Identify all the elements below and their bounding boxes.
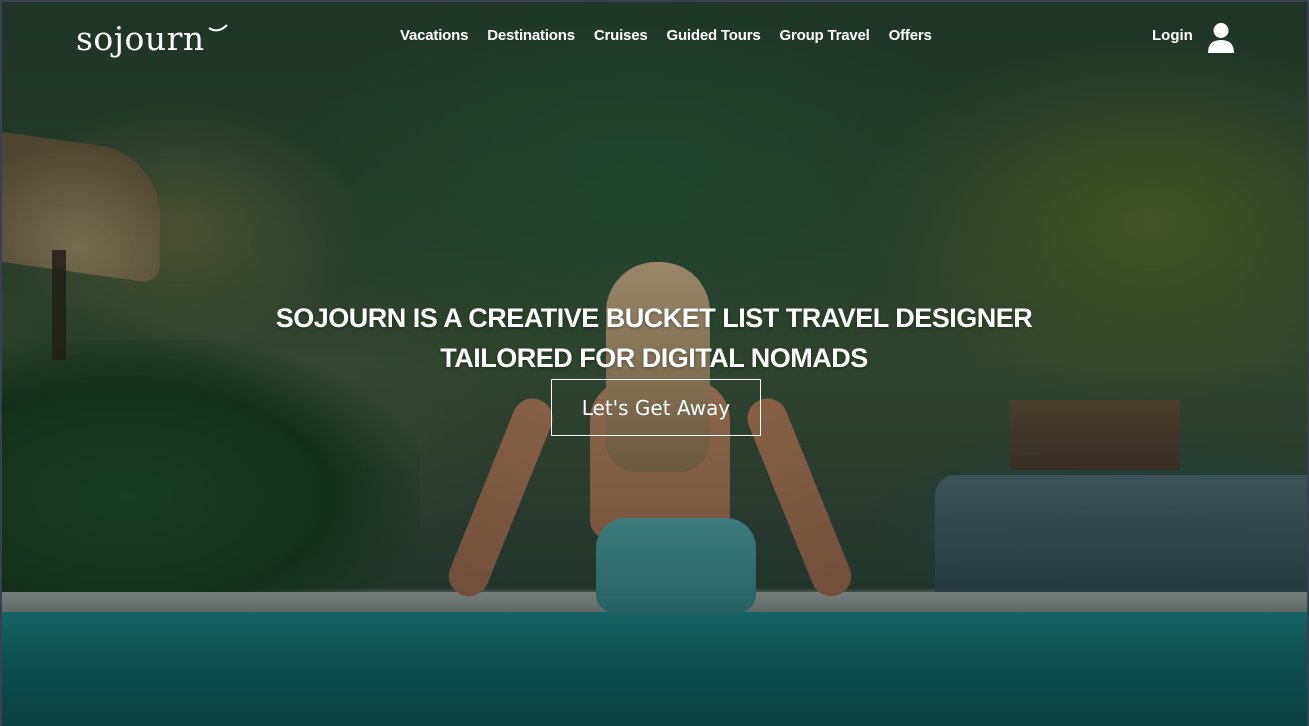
nav-offers[interactable]: Offers — [889, 26, 932, 46]
logo-swoosh-icon — [208, 24, 228, 32]
hero-headline: Sojourn is a creative bucket list travel… — [254, 298, 1054, 378]
nav-group-travel[interactable]: Group Travel — [780, 26, 870, 46]
lets-get-away-button[interactable]: Let's Get Away — [551, 379, 761, 436]
main-nav: Vacations Destinations Cruises Guided To… — [400, 26, 932, 46]
login-link[interactable]: Login — [1152, 26, 1193, 46]
hero-section: sojourn Vacations Destinations Cruises G… — [0, 0, 1309, 726]
hero-headline-line1: Sojourn is a creative bucket list travel… — [275, 303, 1033, 334]
nav-cruises[interactable]: Cruises — [594, 26, 648, 46]
nav-destinations[interactable]: Destinations — [487, 26, 575, 46]
site-header: sojourn Vacations Destinations Cruises G… — [0, 0, 1309, 76]
site-logo[interactable]: sojourn — [76, 20, 205, 58]
nav-vacations[interactable]: Vacations — [400, 26, 468, 46]
hero-headline-line2: tailored for digital nomads — [440, 343, 868, 374]
user-icon[interactable] — [1207, 22, 1235, 54]
nav-guided-tours[interactable]: Guided Tours — [667, 26, 761, 46]
